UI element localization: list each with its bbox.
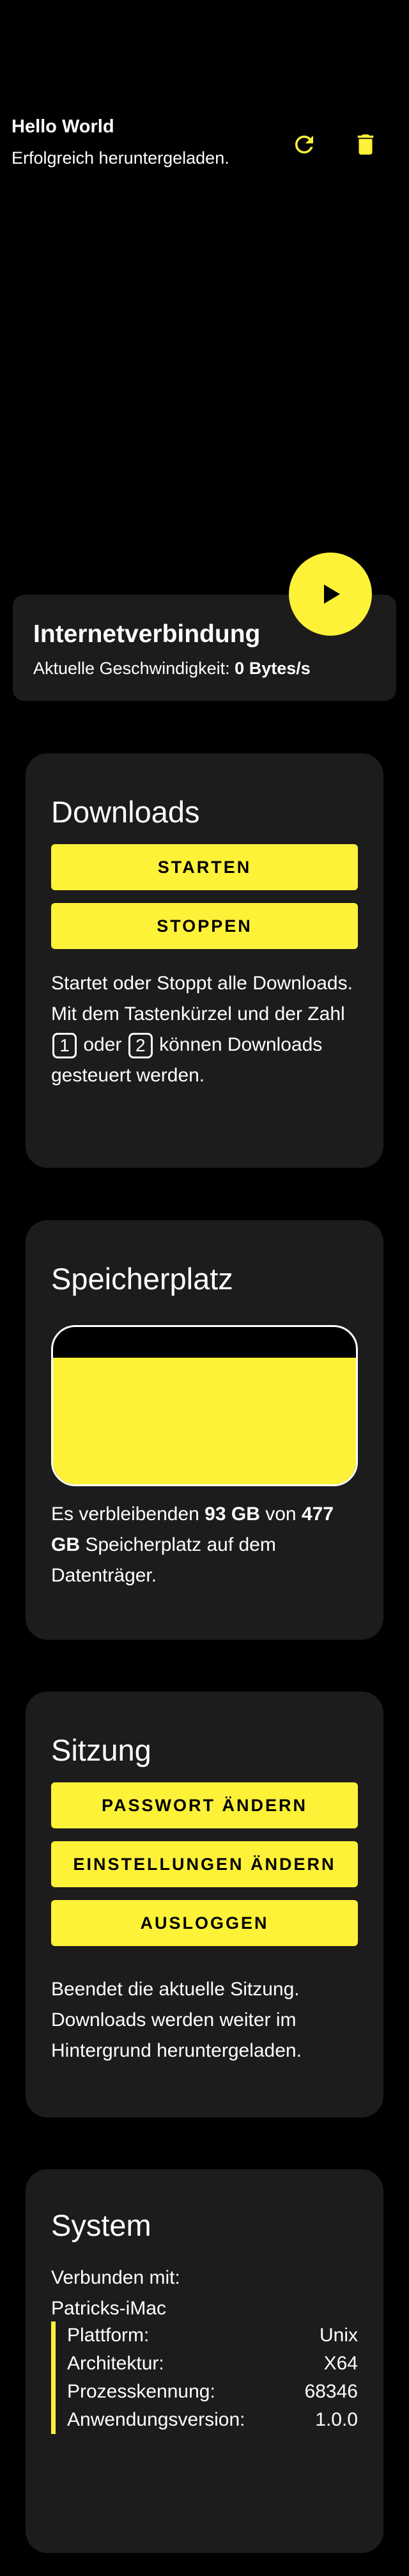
info-value: Unix (319, 2325, 358, 2346)
refresh-button[interactable] (285, 125, 323, 164)
storage-title: Speicherplatz (51, 1262, 233, 1296)
downloads-title: Downloads (51, 795, 200, 829)
info-value: X64 (323, 2353, 358, 2374)
internet-title: Internetverbindung (33, 620, 261, 648)
info-label: Prozesskennung: (67, 2381, 215, 2402)
storage-text-1: Es verbleibenden (51, 1504, 199, 1525)
system-info-list: Plattform: Unix Architektur: X64 Prozess… (51, 2321, 358, 2434)
storage-description: Es verbleibenden 93 GB von 477 GB Speich… (51, 1499, 364, 1591)
connected-label: Verbunden mit: (51, 2267, 180, 2288)
download-title: Hello World (12, 116, 114, 137)
info-label: Architektur: (67, 2353, 164, 2374)
system-title: System (51, 2208, 151, 2242)
key-badge-1: 1 (52, 1033, 77, 1059)
key-badge-2: 2 (128, 1033, 153, 1059)
downloads-text-1: Startet oder Stoppt alle Downloads. Mit … (51, 973, 353, 1025)
speed-value: 0 Bytes/s (235, 659, 311, 678)
change-settings-button[interactable]: EINSTELLUNGEN ÄNDERN (51, 1841, 358, 1887)
play-button[interactable] (289, 553, 372, 636)
play-icon (324, 585, 340, 604)
downloads-card: Downloads STARTEN STOPPEN Startet oder S… (26, 753, 383, 1168)
session-description: Beendet die aktuelle Sitzung. Downloads … (51, 1979, 302, 2061)
info-value: 1.0.0 (315, 2409, 358, 2430)
internet-speed: Aktuelle Geschwindigkeit: 0 Bytes/s (33, 659, 311, 679)
info-row-architecture: Architektur: X64 (67, 2350, 358, 2378)
storage-free: 93 GB (204, 1504, 260, 1525)
refresh-icon (295, 135, 313, 153)
start-button[interactable]: STARTEN (51, 844, 358, 890)
stop-button[interactable]: STOPPEN (51, 903, 358, 949)
download-status: Erfolgreich heruntergeladen. (12, 148, 229, 168)
storage-gauge (51, 1325, 358, 1486)
info-row-app-version: Anwendungsversion: 1.0.0 (67, 2406, 358, 2434)
storage-used-fill (53, 1357, 356, 1484)
session-card: Sitzung PASSWORT ÄNDERN EINSTELLUNGEN ÄN… (26, 1692, 383, 2117)
info-value: 68346 (304, 2381, 358, 2402)
info-row-platform: Plattform: Unix (67, 2321, 358, 2350)
storage-card: Speicherplatz Es verbleibenden 93 GB von… (26, 1220, 383, 1640)
logout-button[interactable]: AUSLOGGEN (51, 1900, 358, 1946)
downloads-text-2: oder (83, 1034, 122, 1055)
info-label: Anwendungsversion: (67, 2409, 245, 2430)
session-title: Sitzung (51, 1733, 151, 1767)
connected-info: Verbunden mit: Patricks-iMac (51, 2263, 364, 2324)
trash-icon (357, 134, 374, 155)
storage-text-2: von (265, 1504, 297, 1525)
system-card: System Verbunden mit: Patricks-iMac Plat… (26, 2169, 383, 2553)
storage-text-3: Speicherplatz auf dem Datenträger. (51, 1534, 276, 1586)
speed-label: Aktuelle Geschwindigkeit: (33, 659, 230, 678)
info-row-process-id: Prozesskennung: 68346 (67, 2378, 358, 2406)
download-item: Hello World Erfolgreich heruntergeladen. (12, 116, 397, 174)
delete-button[interactable] (346, 125, 385, 164)
downloads-description: Startet oder Stoppt alle Downloads. Mit … (51, 968, 364, 1091)
info-label: Plattform: (67, 2325, 150, 2346)
change-password-button[interactable]: PASSWORT ÄNDERN (51, 1782, 358, 1828)
connected-host: Patricks-iMac (51, 2298, 167, 2319)
